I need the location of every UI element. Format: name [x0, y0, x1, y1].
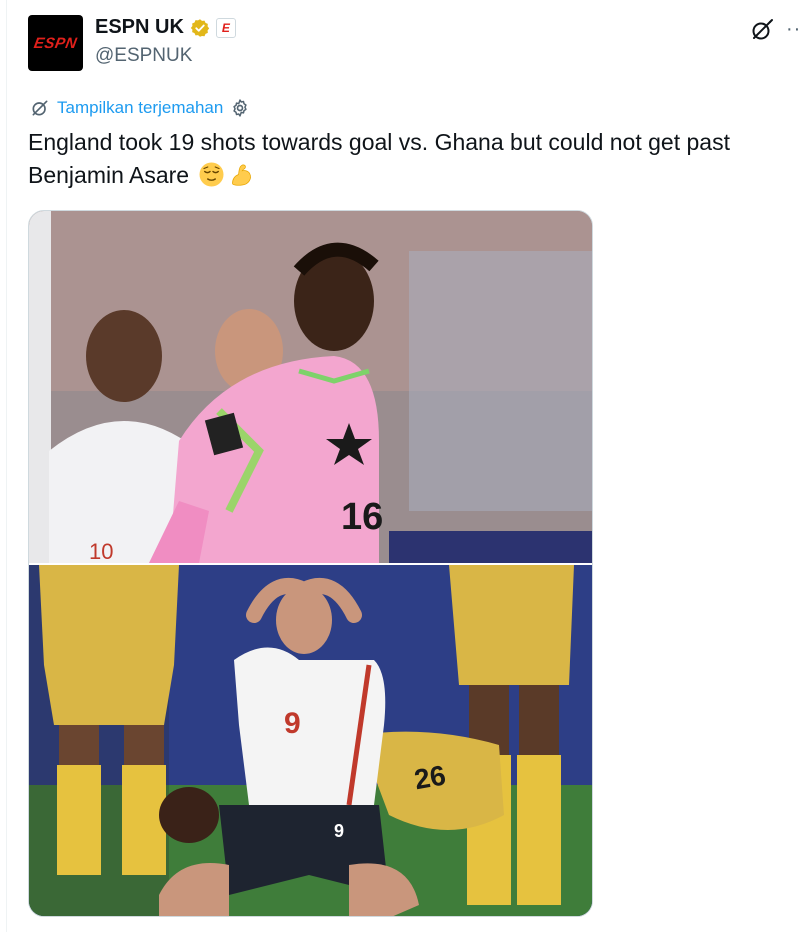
tweet-text-body: England took 19 shots towards goal vs. G…	[28, 129, 730, 188]
avatar[interactable]: ESPN	[28, 15, 83, 71]
translate-row[interactable]: Tampilkan terjemahan	[30, 98, 250, 118]
settings-gear-icon[interactable]	[230, 98, 250, 118]
author-handle[interactable]: @ESPNUK	[95, 45, 192, 67]
flexed-biceps-emoji-icon	[232, 164, 252, 186]
timeline-divider	[6, 0, 7, 932]
ground-player-number: 26	[412, 759, 448, 795]
affiliate-badge-icon[interactable]: E	[215, 17, 236, 38]
tweet-card: ESPN ESPN UK E @ESPNUK ··· Tampilkan ter…	[0, 0, 800, 932]
grok-icon[interactable]	[750, 18, 774, 42]
background-player-number: 10	[89, 539, 113, 563]
author-display-name[interactable]: ESPN UK	[95, 16, 184, 39]
relieved-face-emoji-icon	[199, 162, 224, 187]
verified-badge-icon[interactable]	[190, 18, 210, 38]
goalkeeper-jersey-number: 16	[341, 496, 383, 538]
translate-grok-icon	[32, 100, 48, 116]
tweet-text: England took 19 shots towards goal vs. G…	[28, 126, 788, 192]
striker-shorts-number: 9	[334, 821, 344, 841]
espn-logo: ESPN	[32, 34, 79, 52]
translate-link[interactable]: Tampilkan terjemahan	[57, 98, 223, 118]
tweet-media[interactable]: 10 16 26 9 9	[28, 210, 593, 917]
photo-ghana-goalkeeper[interactable]: 10 16	[29, 211, 593, 563]
more-options-icon[interactable]: ···	[786, 18, 800, 41]
photo-england-striker[interactable]: 26 9 9	[29, 565, 593, 917]
author-name-row: ESPN UK E	[95, 16, 236, 39]
striker-jersey-number: 9	[284, 707, 301, 740]
